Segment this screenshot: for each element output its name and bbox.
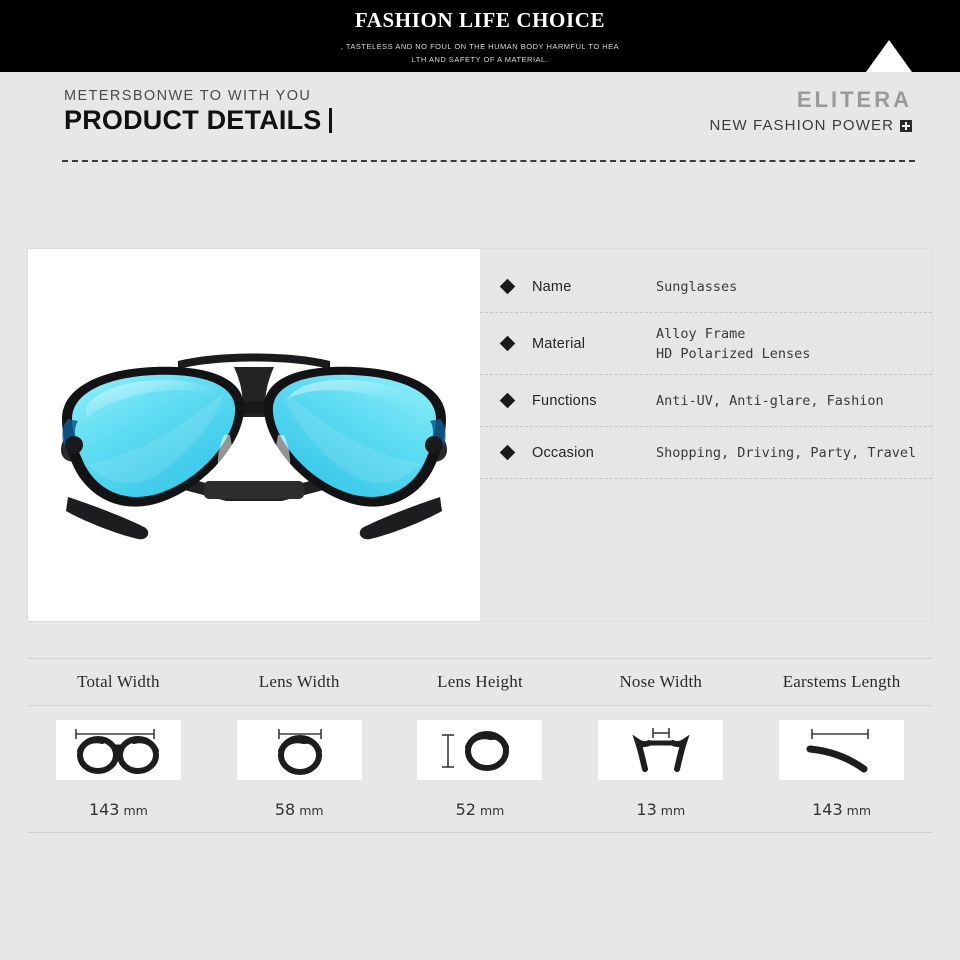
- table-rule-bottom: [28, 832, 932, 833]
- plus-square-icon: [900, 119, 912, 132]
- page-title-text: PRODUCT DETAILS: [64, 105, 322, 135]
- measurement-value-cell: 58 mm: [209, 790, 390, 832]
- spec-label: Functions: [532, 392, 597, 409]
- page-title: PRODUCT DETAILS: [64, 105, 332, 136]
- measurement-value: 58: [274, 800, 296, 819]
- measurement-icon-cell: [751, 706, 932, 790]
- spec-value: Sunglasses: [656, 278, 738, 295]
- spec-label: Name: [532, 278, 572, 295]
- triangle-icon: [866, 40, 912, 72]
- header-left-group: METERSBONWE TO WITH YOU PRODUCT DETAILS: [64, 88, 332, 136]
- earstems-length-icon: [779, 720, 905, 780]
- top-banner: FASHION LIFE CHOICE , TASTELESS AND NO F…: [0, 0, 960, 72]
- spec-row: Occasion Shopping, Driving, Party, Trave…: [480, 427, 932, 479]
- spec-value: Anti-UV, Anti-glare, Fashion: [656, 392, 884, 409]
- product-block: Name Sunglasses Material Alloy Frame HD …: [28, 249, 932, 621]
- lens-height-icon: [417, 720, 543, 780]
- text-caret-icon: [328, 108, 332, 133]
- measurement-icon-cell: [390, 706, 571, 790]
- measurement-value-cell: 52 mm: [390, 790, 571, 832]
- spec-value: Shopping, Driving, Party, Travel: [656, 444, 917, 461]
- spec-row: Material Alloy Frame HD Polarized Lenses: [480, 313, 932, 375]
- measurement-header-row: Total Width Lens Width Lens Height Nose …: [28, 659, 932, 705]
- spec-row: Name Sunglasses: [480, 261, 932, 313]
- lens-width-icon: [236, 720, 362, 780]
- measurement-value: 13: [636, 800, 657, 819]
- diamond-bullet-icon: [499, 392, 516, 409]
- measurement-table: Total Width Lens Width Lens Height Nose …: [28, 658, 932, 833]
- product-photo: [28, 249, 480, 621]
- measurement-icon-cell: [570, 706, 751, 790]
- banner-title: FASHION LIFE CHOICE: [354, 8, 606, 32]
- diamond-bullet-icon: [499, 444, 516, 461]
- measurement-icon-row: [28, 706, 932, 790]
- measurement-unit: mm: [660, 803, 686, 818]
- banner-subtitle-line-2: LTH AND SAFETY OF A MATERIAL.: [411, 55, 549, 64]
- spec-row: Functions Anti-UV, Anti-glare, Fashion: [480, 375, 932, 427]
- measurement-header-cell: Earstems Length: [782, 672, 901, 691]
- spec-list: Name Sunglasses Material Alloy Frame HD …: [480, 249, 932, 621]
- brand-tagline-row: NEW FASHION POWER: [709, 117, 912, 134]
- total-width-icon: [55, 720, 181, 780]
- measurement-header-cell: Lens Width: [258, 672, 340, 691]
- spec-value: Alloy Frame HD Polarized Lenses: [656, 325, 811, 362]
- measurement-value-cell: 143 mm: [751, 790, 932, 832]
- measurement-icon-cell: [28, 706, 209, 790]
- measurement-value-cell: 13 mm: [570, 790, 751, 832]
- measurement-header-cell: Nose Width: [619, 672, 703, 691]
- brand-name: ELITERA: [796, 87, 912, 112]
- measurement-unit: mm: [846, 803, 872, 818]
- measurement-value: 52: [455, 800, 476, 819]
- header-right-group: ELITERA NEW FASHION POWER: [709, 87, 912, 134]
- measurement-value-cell: 143 mm: [28, 790, 209, 832]
- measurement-value: 143: [88, 800, 120, 819]
- measurement-unit: mm: [479, 803, 505, 818]
- diamond-bullet-icon: [499, 278, 516, 295]
- page-header: METERSBONWE TO WITH YOU PRODUCT DETAILS …: [0, 72, 960, 190]
- measurement-icon-cell: [209, 706, 390, 790]
- aviator-sunglasses-image: [60, 353, 448, 540]
- measurement-unit: mm: [299, 803, 324, 818]
- banner-subtitle: , TASTELESS AND NO FOUL ON THE HUMAN BOD…: [0, 40, 960, 66]
- banner-subtitle-line-1: , TASTELESS AND NO FOUL ON THE HUMAN BOD…: [340, 42, 620, 51]
- measurement-value: 143: [812, 800, 843, 819]
- brand-tagline: NEW FASHION POWER: [709, 117, 894, 134]
- measurement-value-row: 143 mm 58 mm 52 mm 13 mm 143 mm: [28, 790, 932, 832]
- nose-width-icon: [598, 720, 724, 780]
- measurement-header-cell: Total Width: [77, 672, 160, 691]
- header-kicker: METERSBONWE TO WITH YOU: [64, 88, 312, 104]
- measurement-unit: mm: [123, 803, 148, 818]
- spec-label: Material: [532, 335, 586, 352]
- spec-label: Occasion: [532, 444, 595, 461]
- measurement-header-cell: Lens Height: [437, 672, 523, 691]
- diamond-bullet-icon: [499, 335, 516, 352]
- dashed-divider: [62, 160, 915, 162]
